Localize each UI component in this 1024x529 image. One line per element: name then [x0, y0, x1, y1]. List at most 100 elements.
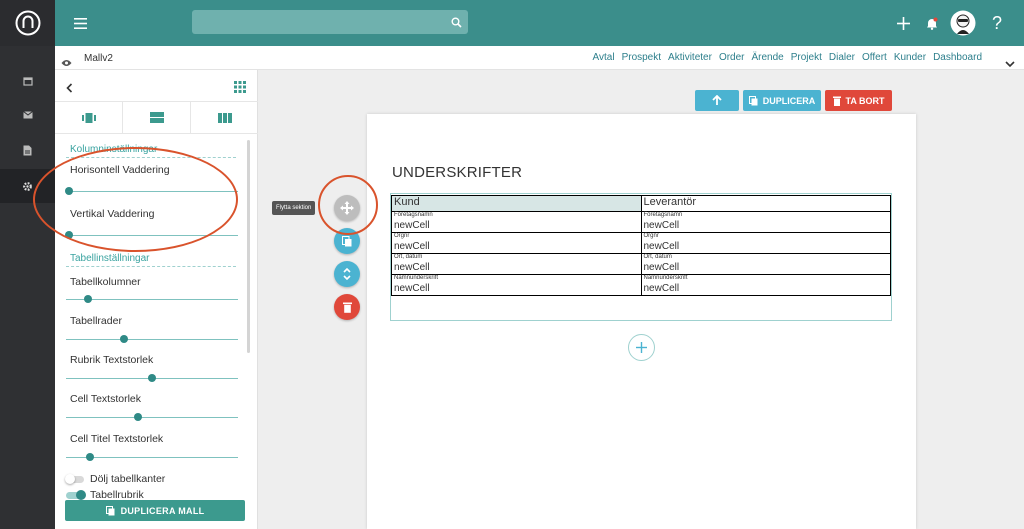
- delete-section-button[interactable]: [334, 294, 360, 320]
- hide-borders-label: Dölj tabellkanter: [90, 473, 166, 485]
- annotation-ring: [33, 147, 238, 252]
- annotation-ring: [318, 175, 378, 235]
- cell-value: newCell: [394, 283, 430, 294]
- nav-link-aktiviteter[interactable]: Aktiviteter: [668, 52, 712, 63]
- document-name: Mallv2: [84, 53, 113, 64]
- rows-icon: [149, 112, 164, 123]
- search-icon[interactable]: [451, 15, 462, 33]
- panel-header: [55, 70, 258, 102]
- move-up-button[interactable]: [695, 90, 739, 111]
- help-icon[interactable]: ?: [988, 0, 1006, 46]
- table-rows-slider[interactable]: [66, 339, 238, 340]
- cell-value: newCell: [643, 220, 680, 231]
- add-section-button[interactable]: [628, 334, 655, 361]
- trash-icon: [832, 96, 841, 106]
- nav-link-arende[interactable]: Ärende: [752, 52, 784, 63]
- grid-icon[interactable]: [234, 80, 246, 98]
- plus-icon: [636, 342, 647, 353]
- tab-columns[interactable]: [191, 102, 258, 133]
- table-cell[interactable]: Namnunderskrift newCell: [640, 274, 891, 296]
- avatar[interactable]: [948, 0, 978, 46]
- search-input[interactable]: [192, 10, 468, 34]
- table-cell[interactable]: Orgnr newCell: [640, 232, 891, 254]
- copy-icon: [105, 505, 115, 515]
- logo-icon[interactable]: [0, 0, 55, 46]
- hamburger-icon[interactable]: [71, 0, 89, 46]
- table-cell[interactable]: Ort, datum newCell: [640, 253, 891, 275]
- nav-link-offert[interactable]: Offert: [862, 52, 887, 63]
- nav-link-kunder[interactable]: Kunder: [894, 52, 926, 63]
- cell-font-size-label: Cell Textstorlek: [70, 393, 141, 405]
- columns-icon: [217, 112, 232, 123]
- nav-link-prospekt[interactable]: Prospekt: [622, 52, 661, 63]
- table-cell[interactable]: Namnunderskrift newCell: [391, 274, 642, 296]
- back-chevron-icon[interactable]: [66, 80, 73, 98]
- calendar-icon[interactable]: [0, 64, 55, 98]
- nav-link-order[interactable]: Order: [719, 52, 745, 63]
- unfold-icon: [343, 268, 351, 280]
- table-header-toggle-knob[interactable]: [76, 490, 86, 500]
- delete-label: TA BORT: [845, 95, 885, 106]
- delete-button[interactable]: TA BORT: [825, 90, 892, 111]
- table-header-cell[interactable]: Leverantör: [640, 195, 891, 212]
- module-nav: Avtal Prospekt Aktiviteter Order Ärende …: [593, 52, 983, 63]
- cell-value: newCell: [394, 220, 430, 231]
- cell-value: newCell: [643, 283, 680, 294]
- table-rows-label: Tabellrader: [70, 315, 122, 327]
- copy-icon: [748, 95, 758, 105]
- table-settings-title: Tabellinställningar: [70, 253, 150, 264]
- panel-scrollbar[interactable]: [247, 140, 250, 353]
- duplicate-template-label: DUPLICERA MALL: [120, 505, 205, 516]
- signature-table[interactable]: Kund Leverantör Företagsnamn newCell Före…: [391, 195, 891, 296]
- cell-title: Företagsnamn: [643, 212, 683, 218]
- nav-link-dialer[interactable]: Dialer: [829, 52, 855, 63]
- table-row: Namnunderskrift newCell Namnunderskrift ne…: [391, 274, 891, 296]
- cell-value: newCell: [643, 241, 680, 252]
- table-cell[interactable]: Orgnr newCell: [391, 232, 642, 254]
- table-row: Ort, datum newCell Ort, datum newCell: [391, 253, 891, 275]
- section-heading[interactable]: UNDERSKRIFTER: [392, 164, 522, 181]
- table-cell[interactable]: Företagsnamn newCell: [640, 211, 891, 233]
- table-columns-label: Tabellkolumner: [70, 276, 141, 288]
- table-cell[interactable]: Ort, datum newCell: [391, 253, 642, 275]
- divider: [66, 266, 236, 267]
- cell-title-font-size-label: Cell Titel Textstorlek: [70, 433, 164, 445]
- table-cell[interactable]: Företagsnamn newCell: [391, 211, 642, 233]
- cell-title: Ort, datum: [394, 254, 423, 260]
- tab-rows[interactable]: [123, 102, 191, 133]
- cell-value: newCell: [394, 262, 430, 273]
- hide-borders-toggle-knob[interactable]: [65, 474, 75, 484]
- document-icon[interactable]: [0, 133, 55, 167]
- tooltip: Flytta sektion: [272, 201, 316, 215]
- duplicate-button[interactable]: DUPLICERA: [743, 90, 821, 111]
- cell-value: newCell: [394, 241, 430, 252]
- plus-icon[interactable]: [894, 0, 912, 46]
- cell-title: Orgnr: [394, 233, 410, 239]
- table-row: Orgnr newCell Orgnr newCell: [391, 232, 891, 254]
- header-font-size-knob[interactable]: [148, 374, 156, 382]
- cell-title: Namnunderskrift: [394, 275, 439, 281]
- nav-link-dashboard[interactable]: Dashboard: [933, 52, 982, 63]
- arrow-up-icon: [712, 95, 722, 105]
- table-row: Företagsnamn newCell Företagsnamn newCell: [391, 211, 891, 233]
- table-header-cell[interactable]: Kund: [391, 195, 642, 212]
- cell-value: newCell: [643, 262, 680, 273]
- duplicate-template-button[interactable]: DUPLICERA MALL: [65, 500, 245, 521]
- left-rail: [0, 0, 55, 529]
- chevron-down-icon[interactable]: [1005, 55, 1015, 73]
- duplicate-label: DUPLICERA: [762, 95, 816, 106]
- mail-icon[interactable]: [0, 98, 55, 132]
- collapse-section-button[interactable]: [334, 261, 360, 287]
- cell-title: Företagsnamn: [394, 212, 433, 218]
- bell-icon[interactable]: [923, 0, 941, 46]
- copy-icon: [342, 235, 352, 246]
- single-column-icon: [81, 112, 96, 123]
- tab-single-column[interactable]: [55, 102, 123, 133]
- cell-title: Orgnr: [643, 233, 659, 239]
- cell-title: Ort, datum: [643, 254, 672, 260]
- nav-link-projekt[interactable]: Projekt: [791, 52, 822, 63]
- nav-link-avtal[interactable]: Avtal: [593, 52, 615, 63]
- cell-font-size-slider[interactable]: [66, 417, 238, 418]
- top-bar: ?: [55, 0, 1024, 46]
- trash-icon: [342, 302, 352, 313]
